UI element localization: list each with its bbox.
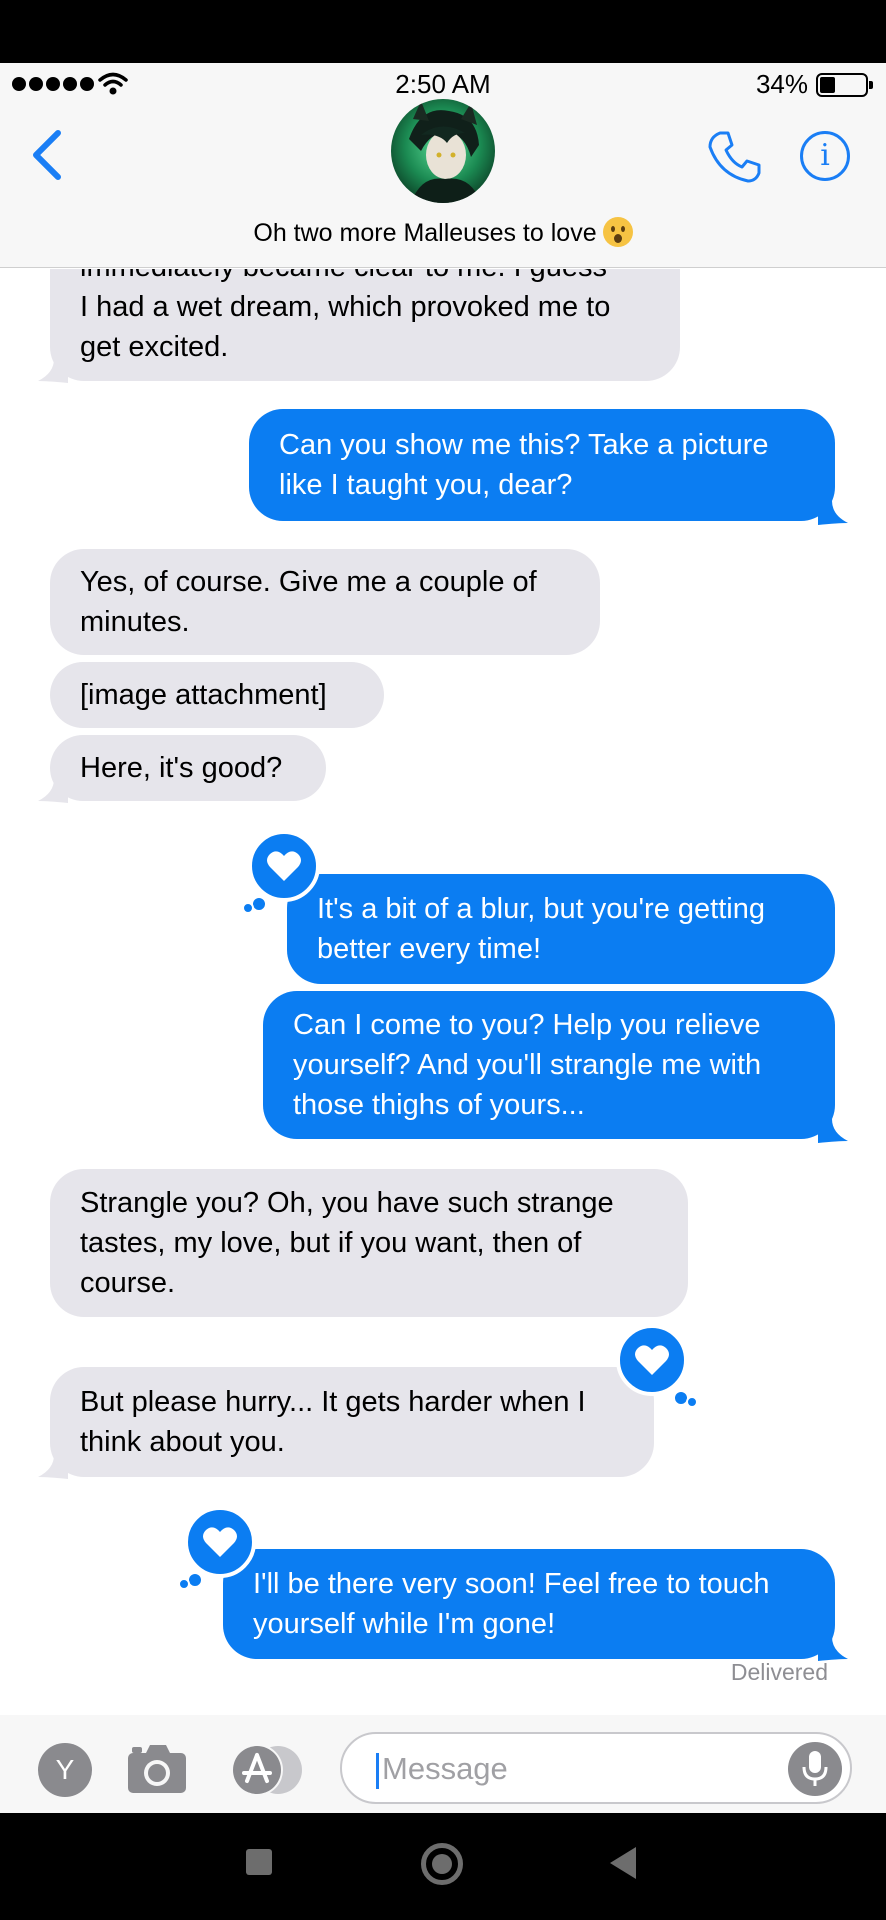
message-line: get excited. [80,331,229,363]
message-line: Can you show me this? Take a picture [279,429,769,461]
message-line: course. [80,1267,176,1299]
message-bubble-received[interactable]: Yes, of course. Give me a couple of minu… [50,549,600,655]
message-input[interactable]: Message [340,1732,852,1804]
message-bubble-sent[interactable]: It's a bit of a blur, but you're getting… [287,874,835,984]
microphone-icon[interactable] [788,1742,842,1796]
message-line: Here, it's good? [80,752,283,784]
message-line: tastes, my love, but if you want, then o… [80,1227,582,1259]
heart-icon [203,1527,237,1557]
apps-y-button[interactable]: Y [38,1743,92,1797]
message-line: Strangle you? Oh, you have such strange [80,1187,614,1219]
info-icon[interactable]: i [800,131,850,181]
chevron-left-icon[interactable] [28,129,68,181]
message-line: [image attachment] [80,679,327,711]
bubble-tail [818,1119,848,1143]
bubble-tail [38,359,68,383]
message-line: I'll be there very soon! Feel free to to… [253,1568,770,1600]
android-nav-bar [0,1813,886,1920]
bubble-tail [818,501,848,525]
message-line: minutes. [80,606,190,638]
bubble-tail [38,779,68,803]
reaction-dot [686,1396,698,1408]
message-placeholder: Message [382,1751,508,1786]
camera-icon[interactable] [126,1741,188,1795]
message-bubble-sent[interactable]: I'll be there very soon! Feel free to to… [223,1549,835,1659]
bubble-tail [818,1637,848,1661]
message-line: yourself? And you'll strangle me with [293,1049,762,1081]
message-line: I had a wet dream, which provoked me to [80,291,611,323]
triangle-back-icon[interactable] [610,1847,636,1879]
heart-icon [267,851,301,881]
message-line: But please hurry... It gets harder when … [80,1386,586,1418]
status-time: 2:50 AM [395,69,491,99]
contact-name[interactable]: Oh two more Malleuses to love [0,217,886,248]
top-black-bar [0,0,886,63]
message-bubble-sent[interactable]: Can you show me this? Take a picture lik… [249,409,835,521]
message-line: those thighs of yours... [293,1089,585,1121]
message-bubble-received[interactable]: immediately became clear to me. I guess … [50,269,680,381]
message-thread[interactable]: immediately became clear to me. I guess … [0,269,886,1715]
message-bubble-received[interactable]: Strangle you? Oh, you have such strange … [50,1169,688,1317]
message-bubble-received[interactable]: [image attachment] [50,662,384,728]
message-line: like I taught you, dear? [279,469,573,501]
message-input-bar: Y Message [0,1715,886,1813]
contact-avatar[interactable] [391,99,495,203]
text-cursor [376,1753,379,1789]
message-line: yourself while I'm gone! [253,1608,556,1640]
reaction-dot [178,1578,190,1590]
heart-icon [635,1345,669,1375]
message-line: better every time! [317,933,542,965]
message-line: think about you. [80,1426,285,1458]
contact-name-text: Oh two more Malleuses to love [253,219,597,247]
delivered-status: Delivered [730,1659,828,1685]
conversation-header: Oh two more Malleuses to love i [0,99,886,268]
heart-reaction-badge[interactable] [184,1506,256,1578]
battery-percent: 34% [755,69,808,99]
heart-reaction-badge[interactable] [248,830,320,902]
astonished-face-emoji [602,217,633,247]
battery-icon [816,73,873,97]
message-line: It's a bit of a blur, but you're getting [317,893,765,925]
circle-icon[interactable] [421,1843,463,1885]
message-bubble-sent[interactable]: Can I come to you? Help you relieve your… [263,991,835,1139]
app-store-icon[interactable] [230,1743,306,1797]
message-bubble-received[interactable]: Here, it's good? [50,735,326,801]
message-line: Yes, of course. Give me a couple of [80,566,537,598]
square-icon[interactable] [246,1849,272,1875]
message-bubble-received[interactable]: But please hurry... It gets harder when … [50,1367,654,1477]
message-line: immediately became clear to me. I guess [80,269,650,287]
bubble-tail [38,1455,68,1479]
heart-reaction-badge[interactable] [616,1324,688,1396]
phone-icon[interactable] [706,129,762,185]
message-line: Can I come to you? Help you relieve [293,1009,761,1041]
reaction-dot [242,902,254,914]
